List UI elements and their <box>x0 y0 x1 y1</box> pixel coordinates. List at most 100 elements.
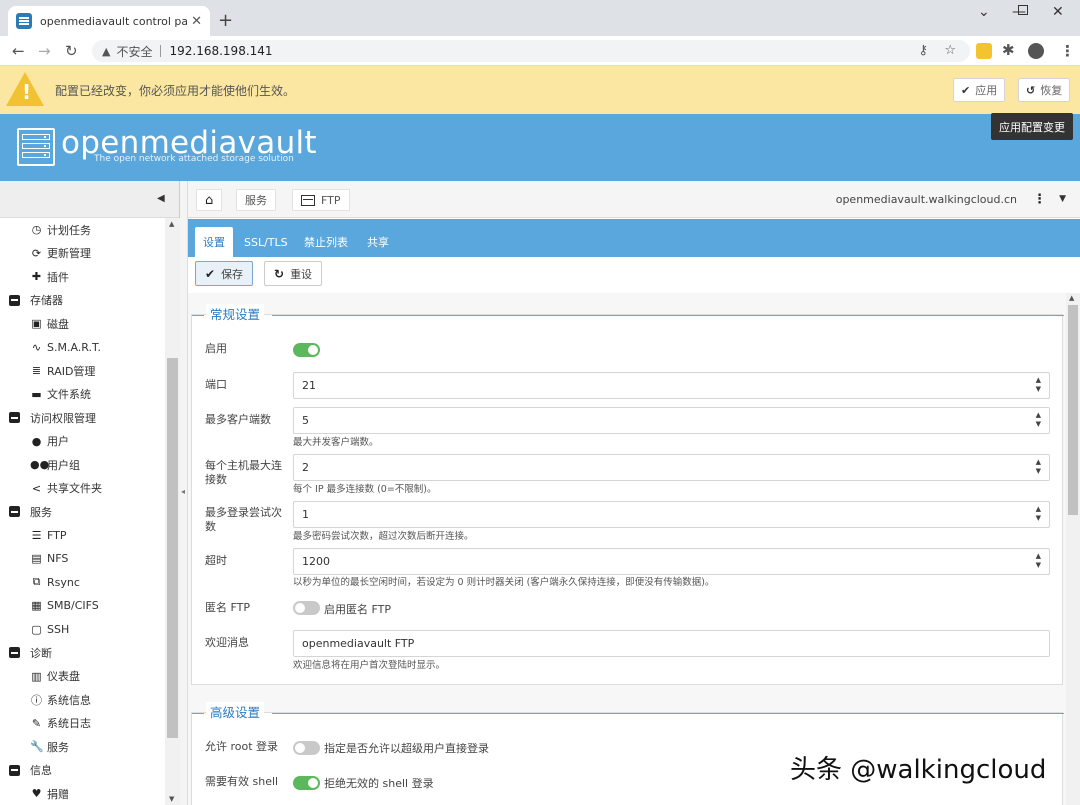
back-arrow-icon[interactable]: ← <box>12 42 25 60</box>
window-close-icon[interactable]: ✕ <box>1052 4 1064 20</box>
anon-ftp-label: 匿名 FTP <box>205 601 250 614</box>
browser-tab-title: openmediavault control panel <box>40 14 188 28</box>
valid-shell-toggle-label: 拒绝无效的 shell 登录 <box>324 777 434 790</box>
browser-tab[interactable]: openmediavault control panel ✕ <box>8 6 210 36</box>
enable-toggle[interactable] <box>293 343 320 357</box>
sidebar-item-label: 系统日志 <box>47 717 91 731</box>
star-bookmark-icon[interactable]: ☆ <box>944 43 956 58</box>
maximize-icon[interactable] <box>1017 3 1028 19</box>
sidebar-item-0[interactable]: ◷ 计划任务 <box>0 218 164 242</box>
sidebar-item-label: 磁盘 <box>47 317 69 331</box>
sidebar-item-24[interactable]: ♥ 捐赠 <box>0 782 164 805</box>
sidebar-item-17[interactable]: ▢ SSH <box>0 618 164 642</box>
welcome-value: openmediavault FTP <box>302 637 415 650</box>
sidebar-splitter[interactable]: ◂ <box>180 181 188 805</box>
reset-button[interactable]: ↻ 重设 <box>264 261 323 286</box>
sidebar-scrollbar[interactable]: ▲ ▼ <box>165 218 180 805</box>
extension-icon[interactable] <box>976 43 992 59</box>
puzzle-extensions-icon[interactable]: ✱ <box>1002 41 1015 59</box>
sidebar-item-label: 更新管理 <box>47 247 91 261</box>
timeout-help: 以秒为单位的最长空闲时间，若设定为 0 则计时器关闭 (客户端永久保持连接，即便… <box>293 577 715 588</box>
spinner-icon[interactable]: ▲ ▼ <box>1036 458 1041 476</box>
revert-button[interactable]: ↺ 恢复 <box>1018 78 1071 102</box>
tab-ban-list[interactable]: 禁止列表 <box>296 227 356 257</box>
sidebar-item-11[interactable]: < 共享文件夹 <box>0 477 164 501</box>
valid-shell-toggle[interactable] <box>293 776 320 790</box>
reload-icon[interactable]: ↻ <box>65 42 78 60</box>
scroll-up-icon[interactable]: ▲ <box>169 220 174 228</box>
welcome-input[interactable]: openmediavault FTP <box>293 630 1050 657</box>
collapse-left-icon[interactable]: ◀ <box>157 193 165 204</box>
sidebar-item-16[interactable]: ▦ SMB/CIFS <box>0 594 164 618</box>
sidebar-item-label: 共享文件夹 <box>47 482 102 496</box>
breadcrumb-ftp[interactable]: FTP <box>292 189 350 211</box>
url-field[interactable]: ▲ 不安全 192.168.198.141 ⚷ ☆ <box>92 40 970 62</box>
sidebar-item-10[interactable]: ●● 用户组 <box>0 453 164 477</box>
spinner-icon[interactable]: ▲ ▼ <box>1036 505 1041 523</box>
tab-ssl-tls[interactable]: SSL/TLS <box>236 227 296 257</box>
key-icon[interactable]: ⚷ <box>918 43 928 58</box>
valid-shell-label: 需要有效 shell <box>205 775 279 788</box>
spinner-icon[interactable]: ▲ ▼ <box>1036 376 1041 394</box>
sidebar-item-23[interactable]: 信息 <box>0 759 164 783</box>
tab-shares[interactable]: 共享 <box>359 227 397 257</box>
scroll-down-icon[interactable]: ▼ <box>169 795 174 803</box>
sidebar-item-13[interactable]: ☰ FTP <box>0 524 164 548</box>
kebab-menu-icon[interactable]: ⋮ <box>1033 192 1046 207</box>
max-conn-input[interactable]: 2 ▲ ▼ <box>293 454 1050 481</box>
timeout-input[interactable]: 1200 ▲ ▼ <box>293 548 1050 575</box>
sidebar-item-3[interactable]: 存储器 <box>0 289 164 313</box>
sidebar-item-8[interactable]: 访问权限管理 <box>0 406 164 430</box>
chevron-down-icon[interactable]: ⌄ <box>978 4 990 20</box>
sidebar-item-label: 文件系统 <box>47 388 91 402</box>
sidebar-item-21[interactable]: ✎ 系统日志 <box>0 712 164 736</box>
spinner-icon[interactable]: ▲ ▼ <box>1036 411 1041 429</box>
max-clients-input[interactable]: 5 ▲ ▼ <box>293 407 1050 434</box>
new-tab-icon[interactable]: + <box>218 10 233 31</box>
sidebar-item-20[interactable]: ⓘ 系统信息 <box>0 688 164 712</box>
profile-avatar-icon[interactable] <box>1028 43 1044 59</box>
apply-button[interactable]: ✔ 应用 <box>953 78 1006 102</box>
anon-ftp-toggle[interactable] <box>293 601 320 615</box>
sidebar-item-22[interactable]: 🔧 服务 <box>0 735 164 759</box>
sidebar-item-18[interactable]: 诊断 <box>0 641 164 665</box>
sidebar-item-7[interactable]: ▬ 文件系统 <box>0 383 164 407</box>
close-tab-icon[interactable]: ✕ <box>191 14 202 29</box>
caret-down-icon[interactable]: ▼ <box>1059 194 1066 204</box>
breadcrumb-home[interactable]: ⌂ <box>196 189 223 211</box>
save-button[interactable]: ✔ 保存 <box>195 261 254 286</box>
sidebar-item-2[interactable]: ✚ 插件 <box>0 265 164 289</box>
content-scrollbar[interactable]: ▲ <box>1066 293 1080 805</box>
breadcrumb-services[interactable]: 服务 <box>236 189 276 211</box>
breadcrumb-ftp-label: FTP <box>321 193 341 207</box>
sidebar-item-19[interactable]: ▥ 仪表盘 <box>0 665 164 689</box>
sidebar-item-12[interactable]: 服务 <box>0 500 164 524</box>
legend-rule <box>192 315 204 316</box>
sidebar-item-15[interactable]: ⧉ Rsync <box>0 571 164 595</box>
sidebar-scroll-thumb[interactable] <box>167 358 178 738</box>
tab-settings[interactable]: 设置 <box>195 227 233 257</box>
sidebar-item-label: 诊断 <box>30 646 52 660</box>
sidebar-item-4[interactable]: ▣ 磁盘 <box>0 312 164 336</box>
nfs-icon: ▤ <box>31 552 42 566</box>
sidebar-item-9[interactable]: ● 用户 <box>0 430 164 454</box>
port-input[interactable]: 21 ▲ ▼ <box>293 372 1050 399</box>
max-login-input[interactable]: 1 ▲ ▼ <box>293 501 1050 528</box>
sidebar-header: ◀ <box>0 181 179 218</box>
sidebar-item-14[interactable]: ▤ NFS <box>0 547 164 571</box>
sidebar-item-label: 信息 <box>30 764 52 778</box>
max-conn-help: 每个 IP 最多连接数 (0=不限制)。 <box>293 484 437 495</box>
sidebar-item-label: SMB/CIFS <box>47 599 99 613</box>
browser-menu-icon[interactable]: ⋮ <box>1060 42 1075 60</box>
general-settings-fieldset: 常规设置 启用 端口 21 ▲ ▼ 最多客户端数 5 ▲ ▼ 最大并发客户端数。 每… <box>191 304 1064 685</box>
apply-label: 应用 <box>975 84 998 97</box>
sidebar-item-5[interactable]: ∿ S.M.A.R.T. <box>0 336 164 360</box>
forward-arrow-icon[interactable]: → <box>38 42 51 60</box>
collapse-handle-icon[interactable]: ◂ <box>181 487 185 496</box>
root-login-toggle[interactable] <box>293 741 320 755</box>
scroll-up-icon[interactable]: ▲ <box>1069 294 1074 302</box>
content-scroll-thumb[interactable] <box>1068 305 1078 515</box>
spinner-icon[interactable]: ▲ ▼ <box>1036 552 1041 570</box>
sidebar-item-6[interactable]: ≣ RAID管理 <box>0 359 164 383</box>
sidebar-item-1[interactable]: ⟳ 更新管理 <box>0 242 164 266</box>
